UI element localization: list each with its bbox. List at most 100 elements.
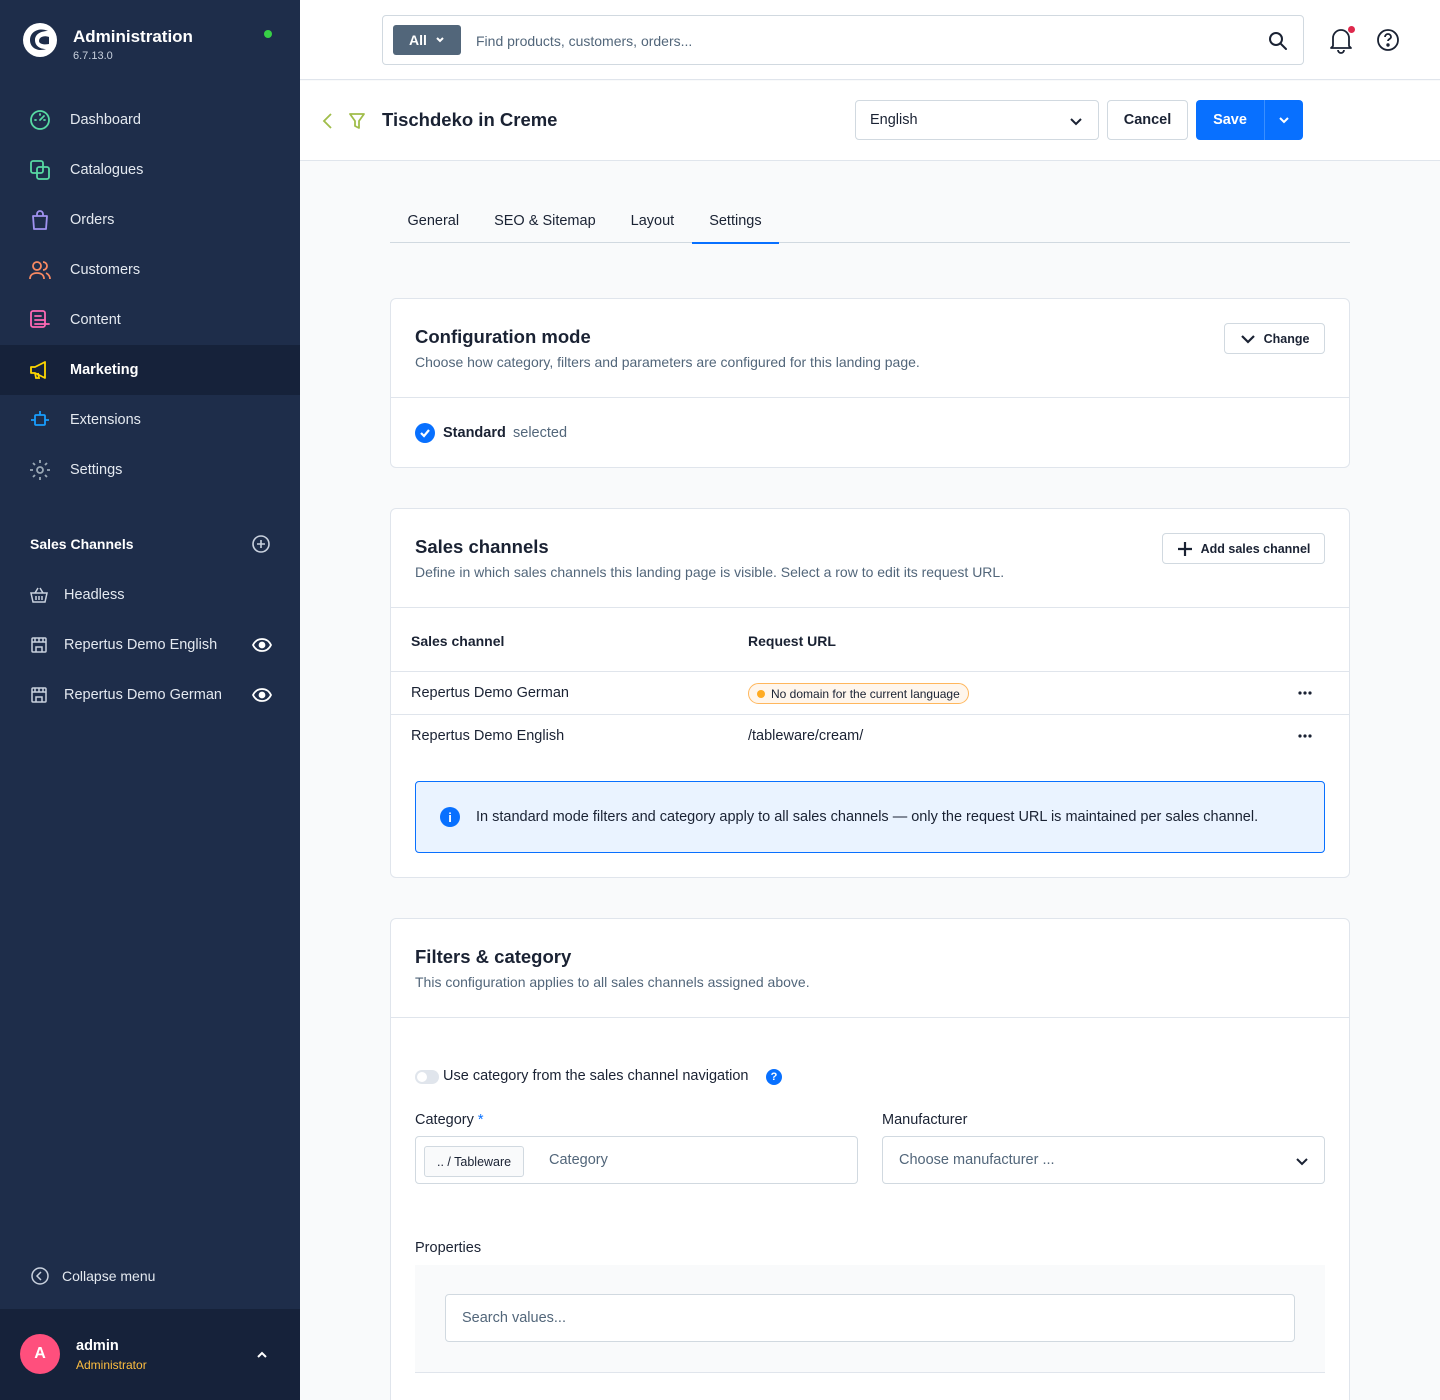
chevron-up-icon[interactable] <box>254 1347 270 1363</box>
global-search: All <box>382 15 1304 65</box>
table-cell-channel[interactable]: Repertus Demo English <box>411 728 564 744</box>
sales-channel-item-english[interactable]: Repertus Demo English <box>0 620 300 670</box>
category-placeholder: Category <box>549 1152 608 1168</box>
nav-label: Extensions <box>70 412 141 428</box>
row-divider <box>391 714 1349 715</box>
card-title: Configuration mode <box>415 326 591 347</box>
chevron-down-icon <box>1070 118 1082 126</box>
search-type-select[interactable]: All <box>393 25 461 55</box>
add-sales-channel-icon[interactable] <box>252 535 270 553</box>
catalogue-icon <box>28 158 52 182</box>
change-mode-button[interactable]: Change <box>1224 323 1325 354</box>
column-header-sales-channel: Sales channel <box>411 633 505 649</box>
category-field[interactable]: .. / Tableware Category <box>415 1136 858 1184</box>
properties-search-input[interactable] <box>445 1294 1295 1342</box>
cancel-button[interactable]: Cancel <box>1107 100 1188 140</box>
search-icon[interactable] <box>1268 31 1288 51</box>
more-actions-icon[interactable] <box>1297 728 1313 744</box>
nav-item-orders[interactable]: Orders <box>0 195 300 245</box>
sales-channel-label: Repertus Demo English <box>64 637 218 653</box>
brand: Administration 6.7.13.0 <box>22 22 193 62</box>
topbar: All <box>300 0 1440 80</box>
sales-channel-item-headless[interactable]: Headless <box>0 570 300 620</box>
category-label: Category * <box>415 1112 484 1128</box>
eye-icon[interactable] <box>252 636 272 654</box>
card-title: Filters & category <box>415 946 572 967</box>
nav-item-marketing[interactable]: Marketing <box>0 345 300 395</box>
language-select[interactable]: English <box>855 100 1099 140</box>
tab-general[interactable]: General <box>390 202 477 243</box>
category-navigation-toggle[interactable] <box>415 1070 439 1084</box>
page-header: Tischdeko in Creme English Cancel Save <box>300 81 1440 161</box>
sales-channel-item-german[interactable]: Repertus Demo German <box>0 670 300 720</box>
nav-item-content[interactable]: Content <box>0 295 300 345</box>
storefront-icon <box>28 683 50 707</box>
extensions-icon <box>28 408 52 432</box>
nav-item-dashboard[interactable]: Dashboard <box>0 95 300 145</box>
back-arrow-icon[interactable] <box>320 111 336 131</box>
chevron-down-icon <box>1279 117 1289 124</box>
table-cell-url[interactable]: /tableware/cream/ <box>748 728 863 744</box>
nav-item-settings[interactable]: Settings <box>0 445 300 495</box>
change-label: Change <box>1263 331 1310 346</box>
tab-bar: General SEO & Sitemap Layout Settings <box>390 202 1350 244</box>
collapse-label: Collapse menu <box>62 1268 156 1284</box>
chevron-down-icon <box>1296 1158 1308 1166</box>
more-actions-icon[interactable] <box>1297 685 1313 701</box>
collapse-menu-button[interactable]: Collapse menu <box>30 1264 155 1288</box>
add-sales-channel-button[interactable]: Add sales channel <box>1162 533 1325 564</box>
nav-item-extensions[interactable]: Extensions <box>0 395 300 445</box>
manufacturer-select[interactable]: Choose manufacturer ... <box>882 1136 1325 1184</box>
add-sales-channel-label: Add sales channel <box>1200 541 1311 556</box>
nav-label: Settings <box>70 462 123 478</box>
avatar: A <box>20 1334 60 1374</box>
save-options-button[interactable] <box>1264 100 1303 140</box>
help-icon[interactable] <box>1376 28 1400 52</box>
divider <box>391 607 1349 608</box>
basket-icon <box>28 583 50 607</box>
info-text: In standard mode filters and category ap… <box>476 809 1259 825</box>
nav-item-customers[interactable]: Customers <box>0 245 300 295</box>
sales-channel-label: Headless <box>64 587 125 603</box>
configuration-mode-card: Configuration mode Choose how category, … <box>390 298 1350 468</box>
toggle-label: Use category from the sales channel navi… <box>443 1068 749 1084</box>
marketing-icon <box>28 358 52 382</box>
online-status-dot <box>264 30 272 38</box>
search-input[interactable] <box>476 28 1236 54</box>
warning-dot <box>757 689 765 698</box>
eye-icon[interactable] <box>252 686 272 704</box>
warning-badge: No domain for the current language <box>748 683 969 704</box>
category-chip[interactable]: .. / Tableware <box>424 1146 525 1177</box>
funnel-icon <box>349 113 365 129</box>
help-icon[interactable]: ? <box>766 1069 782 1085</box>
nav-label: Content <box>70 312 121 328</box>
language-value: English <box>870 112 918 128</box>
card-title: Sales channels <box>415 536 549 557</box>
plus-icon <box>1177 541 1192 556</box>
orders-icon <box>28 208 52 232</box>
card-subtitle: This configuration applies to all sales … <box>415 974 810 990</box>
tab-seo-sitemap[interactable]: SEO & Sitemap <box>477 202 614 243</box>
user-name: admin <box>76 1338 119 1354</box>
manufacturer-placeholder: Choose manufacturer ... <box>899 1152 1055 1168</box>
tab-layout[interactable]: Layout <box>613 202 692 243</box>
manufacturer-label: Manufacturer <box>882 1112 968 1128</box>
collapse-icon <box>30 1264 50 1288</box>
chevron-down-icon <box>1240 334 1255 344</box>
filters-category-card: Filters & category This configuration ap… <box>390 918 1350 1400</box>
nav-label: Orders <box>70 212 115 228</box>
card-subtitle: Define in which sales channels this land… <box>415 564 1005 580</box>
user-menu[interactable]: A admin Administrator <box>0 1309 300 1400</box>
sales-channels-card: Sales channels Define in which sales cha… <box>390 508 1350 878</box>
nav-label: Customers <box>70 262 141 278</box>
divider <box>391 397 1349 398</box>
save-button[interactable]: Save <box>1196 100 1264 140</box>
sales-channel-label: Repertus Demo German <box>64 687 222 703</box>
page-title: Tischdeko in Creme <box>382 109 558 130</box>
customers-icon <box>28 258 52 282</box>
tab-settings[interactable]: Settings <box>691 202 780 244</box>
chevron-down-icon <box>436 37 444 43</box>
nav-item-catalogues[interactable]: Catalogues <box>0 145 300 195</box>
table-cell-channel[interactable]: Repertus Demo German <box>411 685 569 701</box>
nav-label: Catalogues <box>70 162 144 178</box>
